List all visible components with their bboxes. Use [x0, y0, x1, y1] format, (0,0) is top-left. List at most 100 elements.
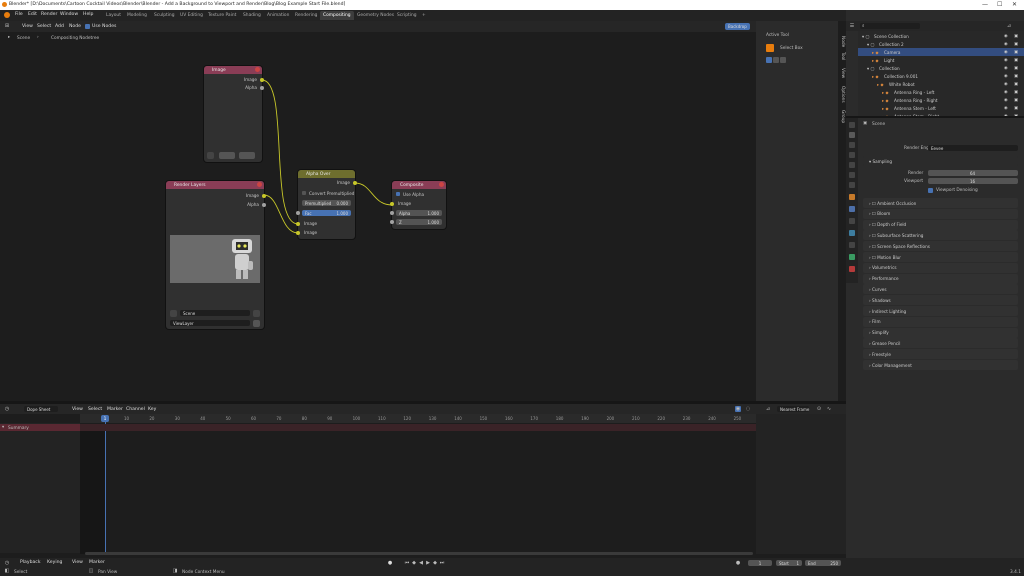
outliner-row[interactable]: ▾ ▢ Scene Collection ◉ ▣	[858, 32, 1024, 40]
image-open-button[interactable]	[239, 152, 255, 159]
outliner-search-field[interactable]: ⌕	[860, 23, 920, 29]
select-box-tool-icon[interactable]	[766, 44, 774, 52]
marker-menu[interactable]: Marker	[89, 560, 105, 565]
alpha-output-socket[interactable]	[260, 86, 264, 90]
visibility-eye-icon[interactable]: ◉	[1004, 81, 1008, 86]
tab-view[interactable]: View	[840, 68, 845, 78]
composite-alpha-field[interactable]: Alpha 1.000	[396, 210, 442, 216]
view-layer-tab-icon[interactable]	[849, 152, 855, 158]
output-tab-icon[interactable]	[849, 142, 855, 148]
composite-close-icon[interactable]	[439, 182, 444, 187]
tl-menu-select[interactable]: Select	[88, 407, 102, 412]
end-frame-field[interactable]: End 250	[805, 560, 841, 566]
outliner-editor-icon[interactable]: ☰	[849, 23, 855, 29]
section-curves[interactable]: › Curves	[863, 284, 1018, 295]
modifiers-tab-icon[interactable]	[849, 206, 855, 212]
world-tab-icon[interactable]	[849, 172, 855, 178]
only-selected-icon[interactable]: ◉	[735, 406, 741, 412]
image-output-socket[interactable]	[260, 78, 264, 82]
section-volumetrics[interactable]: › Volumetrics	[863, 262, 1018, 273]
tool-mode-icon-3[interactable]	[780, 57, 786, 63]
physics-tab-icon[interactable]	[849, 230, 855, 236]
outliner-row[interactable]: ▸ ◆ Light ◉ ▣	[858, 56, 1024, 64]
render-layer-icon[interactable]	[253, 320, 260, 327]
render-tab-icon[interactable]	[849, 132, 855, 138]
tool-mode-icon-2[interactable]	[773, 57, 779, 63]
tl-menu-channel[interactable]: Channel	[126, 407, 145, 412]
tl-menu-marker[interactable]: Marker	[107, 407, 123, 412]
visibility-eye-icon[interactable]: ◉	[1004, 89, 1008, 94]
falloff-icon[interactable]: ∿	[826, 406, 832, 412]
convert-premul-checkbox[interactable]	[302, 191, 306, 195]
section-subsurface-scattering[interactable]: › ☐ Subsurface Scattering	[863, 230, 1018, 241]
filter-icon[interactable]: ⊿	[765, 406, 771, 412]
section-bloom[interactable]: › ☐ Bloom	[863, 208, 1018, 219]
particles-tab-icon[interactable]	[849, 218, 855, 224]
composite-z-socket[interactable]	[390, 220, 394, 224]
visibility-eye-icon[interactable]: ◉	[1004, 33, 1008, 38]
alpha-over-input2-socket[interactable]	[296, 231, 300, 235]
composite-node[interactable]: Composite Use Alpha Image Alpha 1.000 Z …	[390, 181, 446, 229]
rl-alpha-output-socket[interactable]	[262, 203, 266, 207]
render-toggle-icon[interactable]: ▣	[1014, 65, 1018, 70]
tab-options[interactable]: Options	[840, 86, 845, 103]
render-toggle-icon[interactable]: ▣	[1014, 41, 1018, 46]
render-engine-dropdown[interactable]: Eevee	[928, 145, 1018, 151]
use-alpha-checkbox[interactable]	[396, 192, 400, 196]
section-color-management[interactable]: › Color Management	[863, 360, 1018, 370]
playback-menu[interactable]: Playback	[20, 560, 41, 565]
constraints-tab-icon[interactable]	[849, 242, 855, 248]
render-toggle-icon[interactable]: ▣	[1014, 89, 1018, 94]
section-grease-pencil[interactable]: › Grease Pencil	[863, 338, 1018, 349]
section-sampling[interactable]: ▾ Sampling	[863, 156, 1018, 166]
fac-input-socket[interactable]	[296, 211, 300, 215]
scene-tab-icon[interactable]	[849, 162, 855, 168]
tl-menu-view[interactable]: View	[72, 407, 83, 412]
material-tab-icon[interactable]	[849, 266, 855, 272]
key-next-icon[interactable]: ◆	[432, 560, 438, 566]
view-menu[interactable]: View	[72, 560, 83, 565]
outliner-row[interactable]: ▸ ◆ Camera ◉ ▣	[858, 48, 1024, 56]
composite-z-field[interactable]: Z 1.000	[396, 219, 442, 225]
timeline-scrollbar[interactable]	[85, 552, 753, 555]
jump-end-icon[interactable]: ⏭	[439, 560, 445, 566]
image-browse-icon[interactable]	[207, 152, 214, 159]
rl-image-output-socket[interactable]	[262, 194, 266, 198]
composite-header[interactable]: Composite	[392, 181, 446, 189]
visibility-eye-icon[interactable]: ◉	[1004, 57, 1008, 62]
alpha-over-node[interactable]: Alpha Over Image Convert Premultiplied P…	[296, 170, 357, 239]
visibility-eye-icon[interactable]: ◉	[1004, 41, 1008, 46]
tl-menu-key[interactable]: Key	[148, 407, 156, 412]
render-toggle-icon[interactable]: ▣	[1014, 105, 1018, 110]
outliner-row[interactable]: ▾ ▢ Collection ◉ ▣	[858, 64, 1024, 72]
visibility-eye-icon[interactable]: ◉	[1004, 73, 1008, 78]
viewport-samples-field[interactable]: 16	[928, 178, 1018, 184]
alpha-over-output-socket[interactable]	[353, 181, 357, 185]
tool-mode-icon[interactable]	[766, 57, 772, 63]
rl-view-layer-field[interactable]: ViewLayer	[170, 320, 250, 326]
proportional-icon[interactable]: ⊙	[816, 406, 822, 412]
image-node-header[interactable]: Image	[204, 66, 262, 74]
auto-keying-icon[interactable]: ●	[735, 560, 741, 566]
outliner-row[interactable]: ▸ ◆ Antenna Ring - Right ◉ ▣	[858, 96, 1024, 104]
data-tab-icon[interactable]	[849, 254, 855, 260]
timeline-editor-icon[interactable]: ◷	[4, 560, 10, 566]
section-shadows[interactable]: › Shadows	[863, 295, 1018, 306]
current-frame-indicator[interactable]: 1	[101, 415, 109, 422]
tab-tool[interactable]: Tool	[840, 52, 845, 60]
alpha-over-header[interactable]: Alpha Over	[298, 170, 355, 178]
tool-tab-icon[interactable]	[849, 122, 855, 128]
outliner-filter-icon[interactable]: ⊿	[1006, 23, 1012, 29]
section-freestyle[interactable]: › Freestyle	[863, 349, 1018, 360]
render-toggle-icon[interactable]: ▣	[1014, 49, 1018, 54]
render-samples-field[interactable]: 64	[928, 170, 1018, 176]
tab-node[interactable]: Node	[840, 36, 845, 47]
section-film[interactable]: › Film	[863, 316, 1018, 327]
render-layers-close-icon[interactable]	[257, 182, 262, 187]
outliner-row[interactable]: ▸ ◆ White Robot ◉ ▣	[858, 80, 1024, 88]
premultiplied-field[interactable]: Premultiplied 0.000	[302, 200, 351, 206]
visibility-eye-icon[interactable]: ◉	[1004, 105, 1008, 110]
record-icon[interactable]: ●	[387, 560, 393, 566]
visibility-eye-icon[interactable]: ◉	[1004, 49, 1008, 54]
visibility-eye-icon[interactable]: ◉	[1004, 97, 1008, 102]
